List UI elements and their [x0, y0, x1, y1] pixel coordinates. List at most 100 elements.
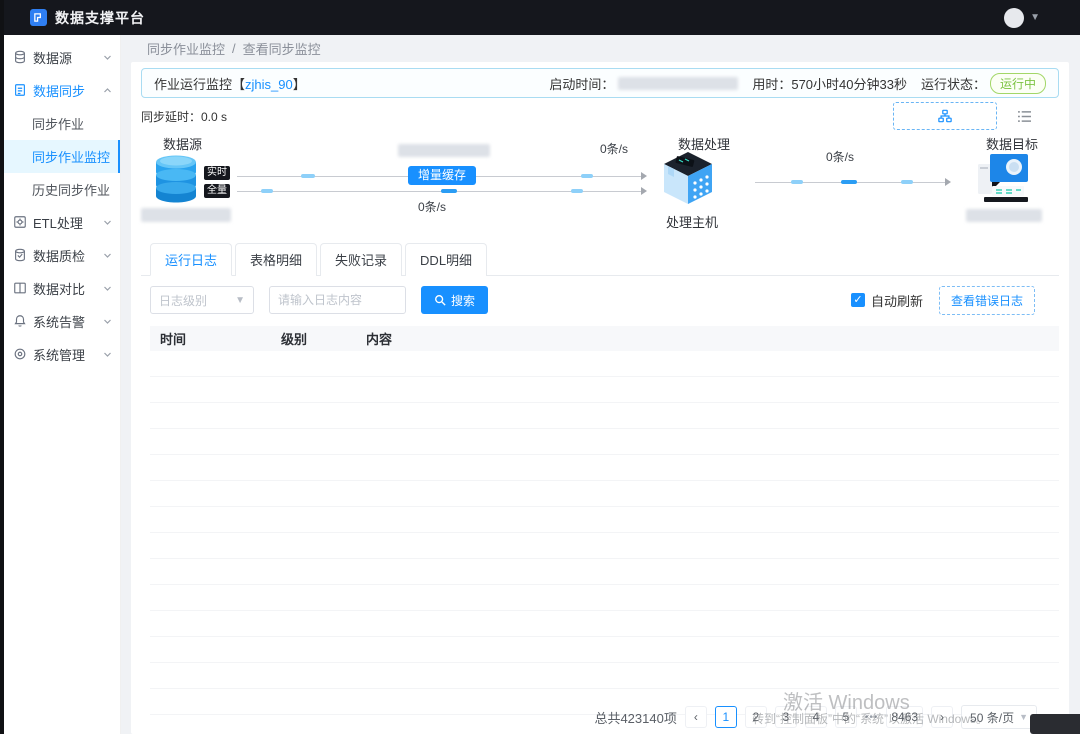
tag-realtime: 实时: [204, 166, 230, 180]
main-content: 同步作业监控 / 查看同步监控 作业运行监控【zjhis_90】 启动时间： 用…: [121, 35, 1080, 734]
target-monitor-icon[interactable]: [974, 150, 1032, 209]
col-level: 级别: [281, 329, 366, 348]
window-left-edge: [0, 0, 4, 734]
user-avatar[interactable]: [1004, 8, 1024, 28]
sidebar-item-label: 数据源: [33, 48, 72, 67]
table-row: [150, 429, 1059, 455]
tab-表格明细[interactable]: 表格明细: [235, 243, 317, 276]
log-tabs: 运行日志表格明细失败记录DDL明细: [141, 242, 1059, 276]
sidebar-item[interactable]: 数据质检: [4, 239, 120, 272]
job-status-banner: 作业运行监控【zjhis_90】 启动时间： 用时：570小时40分钟33秒 运…: [141, 68, 1059, 98]
etl-icon: [13, 215, 28, 230]
table-row: [150, 507, 1059, 533]
chevron-up-icon: [103, 86, 112, 95]
sync-icon: [13, 83, 28, 98]
incremental-cache-button[interactable]: 增量缓存: [408, 166, 476, 185]
table-row: [150, 481, 1059, 507]
log-content-input[interactable]: [269, 286, 406, 314]
sidebar-item[interactable]: 数据对比: [4, 272, 120, 305]
chevron-down-icon: ▼: [1019, 712, 1028, 722]
sidebar-item[interactable]: 数据同步: [4, 74, 120, 107]
sidebar-item[interactable]: 同步作业监控: [4, 140, 120, 173]
table-row: [150, 533, 1059, 559]
table-header: 时间 级别 内容: [150, 326, 1059, 351]
sidebar-item[interactable]: 系统告警: [4, 305, 120, 338]
log-level-select[interactable]: 日志级别 ▼: [150, 286, 254, 314]
source-name-redacted: [141, 208, 231, 222]
database-source-icon[interactable]: [152, 152, 200, 207]
pagination-total: 总共423140项: [594, 708, 676, 727]
monitor-panel: 作业运行监控【zjhis_90】 启动时间： 用时：570小时40分钟33秒 运…: [131, 62, 1069, 734]
col-content: 内容: [366, 329, 1059, 348]
quality-icon: [13, 248, 28, 263]
job-title: 作业运行监控【zjhis_90】: [154, 74, 306, 93]
pagination-page-4[interactable]: 4: [805, 706, 827, 728]
sidebar-item[interactable]: 系统管理: [4, 338, 120, 371]
tab-运行日志[interactable]: 运行日志: [150, 243, 232, 276]
view-error-log-button[interactable]: 查看错误日志: [939, 286, 1035, 315]
source-label: 数据源: [163, 134, 202, 153]
sync-delay-text: 同步延时：0.0 s: [141, 108, 227, 125]
arrow-icon: [641, 187, 647, 195]
search-button[interactable]: 搜索: [421, 286, 488, 314]
pagination-page-3[interactable]: 3: [775, 706, 797, 728]
sidebar-item-label: ETL处理: [33, 213, 83, 232]
pagination-next-button[interactable]: ›: [931, 706, 953, 728]
arrow-icon: [945, 178, 951, 186]
table-row: [150, 559, 1059, 585]
search-icon: [434, 294, 446, 306]
table-row: [150, 663, 1059, 689]
chevron-down-icon: [103, 53, 112, 62]
screen-corner-overlay: [1030, 714, 1080, 734]
pagination-page-5[interactable]: 5: [835, 706, 857, 728]
app-logo-icon: [30, 9, 47, 26]
sidebar-item-label: 数据质检: [33, 246, 85, 265]
pagination-page-2[interactable]: 2: [745, 706, 767, 728]
sidebar-item-label: 数据对比: [33, 279, 85, 298]
pagination-prev-button[interactable]: ‹: [685, 706, 707, 728]
sidebar-item-label: 数据同步: [33, 81, 85, 100]
diagram-view-icon[interactable]: [893, 102, 997, 130]
table-row: [150, 351, 1059, 377]
chevron-down-icon[interactable]: ▼: [1030, 12, 1040, 23]
sidebar-item-label: 系统告警: [33, 312, 85, 331]
duration: 用时：570小时40分钟33秒: [752, 74, 907, 93]
pagination-page-1[interactable]: 1: [715, 706, 737, 728]
sidebar-item[interactable]: 同步作业: [4, 107, 120, 140]
run-status-label: 运行状态：: [921, 74, 986, 93]
chevron-down-icon: [103, 218, 112, 227]
sidebar-item[interactable]: 历史同步作业: [4, 173, 120, 206]
breadcrumb-separator: /: [232, 41, 236, 56]
compare-icon: [13, 281, 28, 296]
rate-bottom: 0条/s: [418, 198, 446, 215]
status-badge: 运行中: [990, 73, 1046, 94]
alarm-icon: [13, 314, 28, 329]
sidebar-item[interactable]: ETL处理: [4, 206, 120, 239]
table-row: [150, 585, 1059, 611]
top-bar: 数据支撑平台 ▼: [0, 0, 1080, 35]
sidebar: 数据源数据同步同步作业同步作业监控历史同步作业 ETL处理数据质检数据对比系统告警…: [4, 35, 121, 734]
auto-refresh-checkbox[interactable]: ✓ 自动刷新: [851, 291, 923, 310]
database-icon: [13, 50, 28, 65]
pagination-ellipsis: •••: [865, 712, 879, 723]
tag-full: 全量: [204, 184, 230, 198]
chevron-down-icon: [103, 317, 112, 326]
table-row: [150, 637, 1059, 663]
list-view-icon[interactable]: [1013, 105, 1035, 127]
processor-cube-icon[interactable]: [662, 150, 714, 209]
rate-right: 0条/s: [826, 148, 854, 165]
chevron-down-icon: [103, 350, 112, 359]
processor-sublabel: 处理主机: [666, 212, 718, 231]
breadcrumb-item[interactable]: 同步作业监控: [147, 39, 225, 58]
target-name-redacted: [966, 209, 1042, 222]
log-table: 时间 级别 内容: [150, 326, 1059, 716]
pagination-page-8463[interactable]: 8463: [886, 706, 923, 728]
tab-失败记录[interactable]: 失败记录: [320, 243, 402, 276]
sidebar-item-label: 同步作业: [32, 114, 84, 133]
tab-DDL明细[interactable]: DDL明细: [405, 243, 487, 276]
sidebar-item[interactable]: 数据源: [4, 41, 120, 74]
page-size-select[interactable]: 50 条/页▼: [961, 705, 1037, 729]
job-id: zjhis_90: [245, 77, 293, 92]
sidebar-item-label: 历史同步作业: [32, 180, 110, 199]
table-row: [150, 377, 1059, 403]
